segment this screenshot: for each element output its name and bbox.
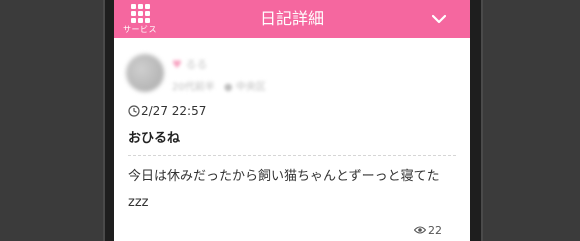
view-count-text: 22 [428, 224, 442, 237]
post-date: 2/27 22:57 [128, 104, 206, 118]
page-title: 日記詳細 [259, 9, 324, 28]
app-screen: サービス 日記詳細 ♥ るる 20代前半 ● 中央区 2/27 22:57 おひ… [114, 0, 470, 241]
profile-age: 20代前半 [172, 82, 215, 93]
divider [128, 155, 456, 156]
profile-block[interactable]: ♥ るる 20代前半 ● 中央区 [126, 54, 456, 98]
profile-area: 中央区 [235, 82, 266, 93]
profile-name-line: ♥ るる [172, 56, 208, 71]
clock-icon [128, 105, 140, 117]
post-date-text: 2/27 22:57 [141, 104, 207, 118]
profile-name: るる [185, 58, 208, 71]
profile-meta-line: 20代前半 ● 中央区 [172, 78, 266, 93]
header-bar: サービス 日記詳細 [114, 0, 470, 38]
heart-icon: ♥ [172, 58, 182, 71]
location-pin-icon: ● [223, 82, 233, 93]
diary-body: 今日は休みだったから飼い猫ちゃんとずーっと寝てたzzz [128, 169, 440, 210]
diary-title: おひるね [128, 131, 181, 146]
eye-icon [413, 225, 427, 235]
chevron-down-icon[interactable] [432, 12, 446, 26]
avatar[interactable] [126, 54, 164, 92]
view-count: 22 [413, 224, 442, 237]
